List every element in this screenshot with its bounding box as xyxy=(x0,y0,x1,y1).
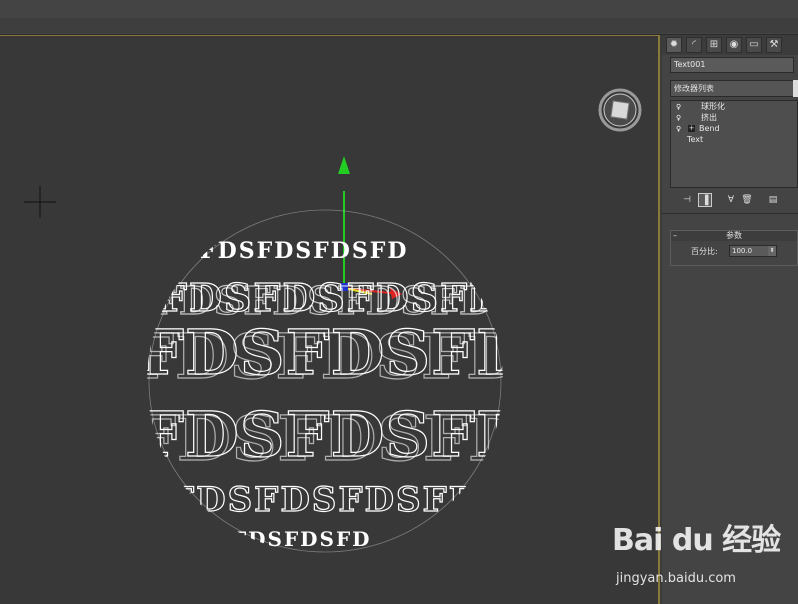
main-toolbar xyxy=(0,0,798,35)
hierarchy-icon: ⊞ xyxy=(710,39,718,50)
perspective-viewport[interactable]: FDSFDSFDSFD FDSFDSFDSFD FDSFDSFDSFD FDSF… xyxy=(0,35,660,604)
chevron-down-icon[interactable] xyxy=(793,80,798,97)
modifier-stack[interactable]: ♀ 球形化 ♀ 挤出 ♀ + Bend Text xyxy=(670,100,798,188)
text-band-1: FDSFDSFDSFD xyxy=(200,238,408,264)
text-band-6: FDSFDSFDSFD xyxy=(180,527,372,551)
create-tab[interactable]: ✹ xyxy=(666,37,682,53)
spinner-arrows-icon[interactable]: ⬍ xyxy=(768,246,776,256)
motion-tab[interactable]: ◉ xyxy=(726,37,742,53)
parameters-rollout: – 参数 百分比: 100.0 ⬍ xyxy=(670,230,798,266)
percent-spinner[interactable]: 100.0 ⬍ xyxy=(729,245,777,257)
divider xyxy=(662,213,798,214)
lightbulb-icon[interactable]: ♀ xyxy=(676,102,682,110)
rollout-title: 参数 xyxy=(671,231,797,241)
sun-icon: ✹ xyxy=(670,39,678,50)
display-tab[interactable]: ▭ xyxy=(746,37,762,53)
toolbar-strip xyxy=(0,18,798,33)
lightbulb-icon[interactable]: ♀ xyxy=(676,124,682,132)
utilities-icon: ⚒ xyxy=(770,39,779,50)
spherified-text-object[interactable]: FDSFDSFDSFD FDSFDSFDSFD FDSFDSFDSFD FDSF… xyxy=(140,136,520,556)
lightbulb-icon[interactable]: ♀ xyxy=(676,113,682,121)
display-icon: ▭ xyxy=(749,39,758,50)
stack-item-bend[interactable]: ♀ + Bend xyxy=(671,124,797,134)
text-band-4b: FDSFDSFDSFD xyxy=(140,402,520,475)
stack-item-spherify[interactable]: ♀ 球形化 xyxy=(671,102,797,112)
configure-sets-icon[interactable]: ▤ xyxy=(766,193,780,207)
utilities-tab[interactable]: ⚒ xyxy=(766,37,782,53)
pin-stack-icon[interactable]: ⊣ xyxy=(680,193,694,207)
text-band-5: FDSFDSFDSFD xyxy=(170,480,480,520)
watermark-logo: Bai du 经验 xyxy=(612,515,780,559)
watermark-url: jingyan.baidu.com xyxy=(616,571,736,586)
hierarchy-tab[interactable]: ⊞ xyxy=(706,37,722,53)
stack-tools: ⊣ ▐ ∀ 🗑 ▤ xyxy=(670,193,798,209)
expand-icon[interactable]: + xyxy=(688,125,695,132)
make-unique-icon[interactable]: ∀ xyxy=(724,193,738,207)
modify-icon: ◜ xyxy=(692,39,696,50)
command-panel-tabs: ✹ ◜ ⊞ ◉ ▭ ⚒ xyxy=(662,35,798,55)
stack-item-text[interactable]: Text xyxy=(671,135,797,145)
object-name-field[interactable]: Text001 xyxy=(670,57,794,73)
motion-icon: ◉ xyxy=(730,39,739,50)
viewcube-icon[interactable] xyxy=(596,86,644,134)
modifier-list-label: 修改器列表 xyxy=(674,84,714,93)
stack-item-extrude[interactable]: ♀ 挤出 xyxy=(671,113,797,123)
percent-value: 100.0 xyxy=(732,247,752,255)
modifier-list-dropdown[interactable]: 修改器列表 xyxy=(670,80,794,97)
crosshair-icon xyxy=(24,186,56,218)
rollout-header[interactable]: – 参数 xyxy=(671,231,797,241)
modify-tab[interactable]: ◜ xyxy=(686,37,702,53)
percent-label: 百分比: xyxy=(691,246,718,257)
show-end-result-icon[interactable]: ▐ xyxy=(698,193,712,207)
text-band-3b: FDSFDSFDSFD xyxy=(140,320,520,393)
baidu-watermark: Bai du 经验 jingyan.baidu.com xyxy=(612,515,792,595)
remove-modifier-icon[interactable]: 🗑 xyxy=(740,193,754,207)
